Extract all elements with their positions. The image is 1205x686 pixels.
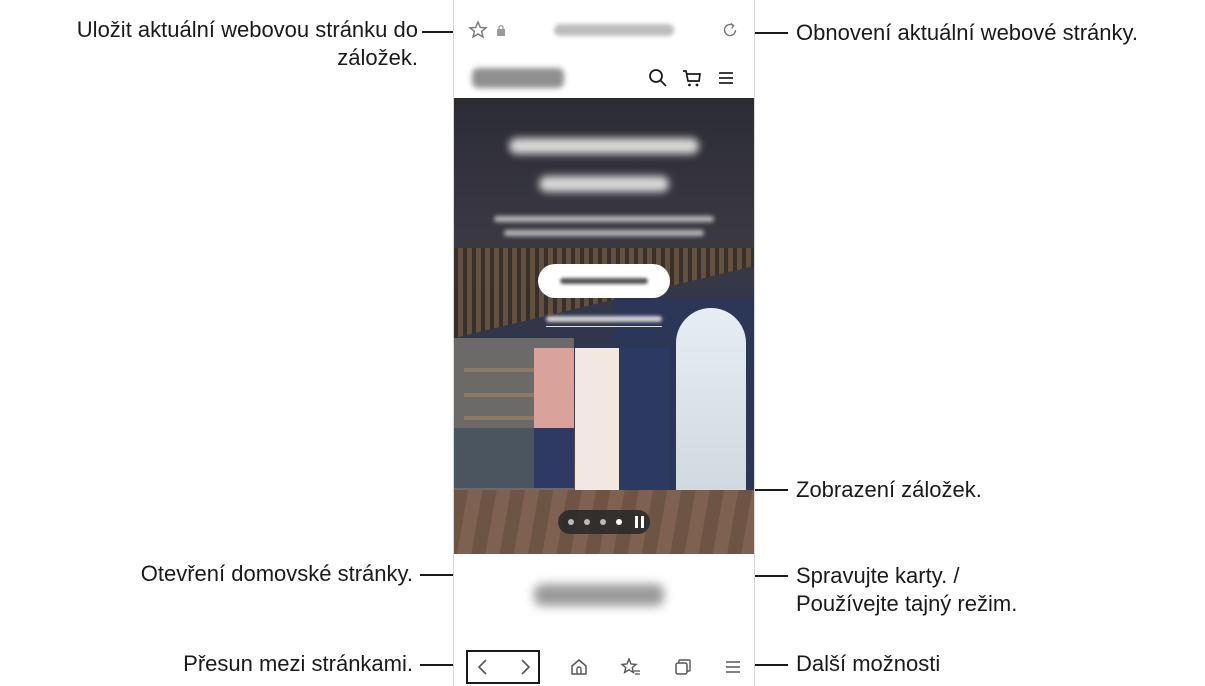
site-logo[interactable]	[472, 68, 564, 88]
callout-more-text: Další možnosti	[796, 651, 941, 676]
bookmark-star-icon[interactable]	[468, 20, 488, 40]
callout-home: Otevření domovské stránky.	[0, 560, 413, 588]
hero-link-blurred[interactable]	[546, 316, 662, 322]
shelf	[464, 368, 544, 372]
callout-bookmark-save-text: Uložit aktuální webovou stránku do zálož…	[76, 17, 418, 70]
hero-cta-button[interactable]	[538, 264, 670, 298]
lock-icon	[497, 24, 505, 36]
arch-window	[676, 308, 746, 508]
hero-subtext-blurred	[504, 230, 704, 236]
callout-tabs: Spravujte karty. / Používejte tajný reži…	[796, 562, 1116, 618]
callout-refresh: Obnovení aktuální webové stránky.	[796, 19, 1205, 47]
kitchen-cabinet	[454, 428, 534, 488]
browser-screen	[453, 0, 755, 686]
callout-tabs-line2: Používejte tajný režim.	[796, 591, 1018, 616]
tabs-icon[interactable]	[672, 656, 694, 678]
pause-icon[interactable]	[635, 516, 638, 528]
carousel-dot[interactable]	[584, 519, 590, 525]
address-bar[interactable]	[454, 0, 754, 58]
refresh-icon[interactable]	[720, 20, 740, 40]
carousel-dot[interactable]	[568, 519, 574, 525]
callout-home-text: Otevření domovské stránky.	[140, 561, 413, 586]
callout-bookmark-save: Uložit aktuální webovou stránku do zálož…	[0, 16, 418, 72]
home-icon[interactable]	[568, 656, 590, 678]
bookmarks-icon[interactable]	[620, 656, 642, 678]
callout-more: Další možnosti	[796, 650, 1096, 678]
callout-tabs-line1: Spravujte karty. /	[796, 563, 960, 588]
hero-subtext-blurred	[494, 216, 714, 222]
carousel-dot-active[interactable]	[616, 519, 622, 525]
fridge-panel-navy	[534, 428, 574, 488]
callout-navigate: Přesun mezi stránkami.	[0, 650, 413, 678]
callout-view-bookmarks: Zobrazení záložek.	[796, 476, 1096, 504]
shelf	[464, 416, 544, 420]
bottom-toolbar	[454, 648, 754, 686]
shelf	[464, 393, 544, 397]
page-content-below	[454, 554, 754, 650]
cta-label-blurred	[560, 278, 648, 284]
forward-icon[interactable]	[514, 656, 536, 678]
search-icon[interactable]	[646, 66, 670, 90]
callout-navigate-text: Přesun mezi stránkami.	[183, 651, 413, 676]
fridge-panel-blue	[620, 348, 670, 490]
fridge-panel-white	[575, 348, 619, 490]
carousel-indicator[interactable]	[558, 510, 650, 534]
cart-icon[interactable]	[680, 66, 704, 90]
callout-refresh-text: Obnovení aktuální webové stránky.	[796, 20, 1139, 45]
url-text[interactable]	[554, 24, 674, 36]
carousel-dot[interactable]	[600, 519, 606, 525]
section-heading-blurred	[534, 584, 664, 606]
fridge-panel-pink	[534, 348, 574, 428]
back-icon[interactable]	[472, 656, 494, 678]
hero-headline-blurred	[509, 138, 699, 154]
site-header	[454, 58, 754, 98]
hero-banner[interactable]	[454, 98, 754, 554]
menu-icon[interactable]	[714, 66, 738, 90]
pause-icon-bar	[641, 516, 644, 528]
callout-view-bookmarks-text: Zobrazení záložek.	[796, 477, 982, 502]
more-options-icon[interactable]	[722, 656, 744, 678]
hero-link-underline	[546, 326, 662, 327]
hero-headline-blurred	[539, 176, 669, 192]
